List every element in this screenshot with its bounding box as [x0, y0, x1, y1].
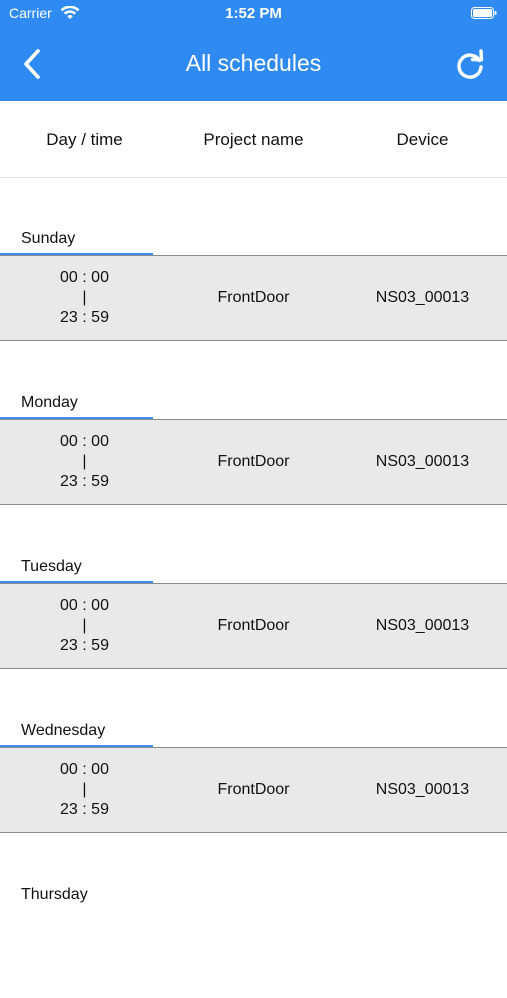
device-name: NS03_00013	[375, 289, 470, 306]
schedule-list: Sunday 00 : 00 | 23 : 59 FrontDoor NS03_…	[0, 178, 507, 998]
start-time: 00 : 00	[60, 433, 109, 450]
end-time: 23 : 59	[60, 801, 109, 818]
time-separator: |	[82, 289, 87, 306]
day-section-tuesday: Tuesday 00 : 00 | 23 : 59 FrontDoor NS03…	[0, 506, 507, 670]
column-device: Device	[396, 130, 449, 149]
time-range: 00 : 00 | 23 : 59	[0, 432, 169, 492]
status-time: 1:52 PM	[225, 5, 282, 22]
project-name: FrontDoor	[217, 453, 290, 470]
column-day-time: Day / time	[46, 130, 123, 149]
end-time: 23 : 59	[60, 309, 109, 326]
day-label: Sunday	[21, 230, 76, 247]
start-time: 00 : 00	[60, 269, 109, 286]
project-name: FrontDoor	[217, 289, 290, 306]
project-name: FrontDoor	[217, 781, 290, 798]
day-section-monday: Monday 00 : 00 | 23 : 59 FrontDoor NS03_…	[0, 342, 507, 506]
device-name: NS03_00013	[375, 781, 470, 798]
time-separator: |	[82, 781, 87, 798]
refresh-icon	[457, 49, 484, 79]
time-range: 00 : 00 | 23 : 59	[0, 268, 169, 328]
schedule-row[interactable]: 00 : 00 | 23 : 59 FrontDoor NS03_00013	[0, 747, 507, 833]
start-time: 00 : 00	[60, 761, 109, 778]
time-range: 00 : 00 | 23 : 59	[0, 760, 169, 820]
start-time: 00 : 00	[60, 597, 109, 614]
battery-icon	[471, 7, 497, 19]
schedule-row[interactable]: 00 : 00 | 23 : 59 FrontDoor NS03_00013	[0, 419, 507, 505]
end-time: 23 : 59	[60, 637, 109, 654]
time-separator: |	[82, 453, 87, 470]
schedule-row[interactable]: 00 : 00 | 23 : 59 FrontDoor NS03_00013	[0, 255, 507, 341]
day-label: Monday	[21, 394, 78, 411]
column-project-name: Project name	[203, 130, 304, 149]
device-name: NS03_00013	[375, 617, 470, 634]
day-section-wednesday: Wednesday 00 : 00 | 23 : 59 FrontDoor NS…	[0, 670, 507, 834]
status-bar: Carrier 1:52 PM	[0, 0, 507, 26]
day-label: Thursday	[21, 886, 88, 903]
day-section-thursday: Thursday	[0, 834, 507, 998]
day-label: Wednesday	[21, 722, 106, 739]
day-label: Tuesday	[21, 558, 82, 575]
day-section-sunday: Sunday 00 : 00 | 23 : 59 FrontDoor NS03_…	[0, 178, 507, 342]
column-header: Day / time Project name Device	[0, 101, 507, 178]
refresh-button[interactable]	[453, 48, 487, 82]
time-separator: |	[82, 617, 87, 634]
project-name: FrontDoor	[217, 617, 290, 634]
navigation-bar: All schedules	[0, 26, 507, 101]
end-time: 23 : 59	[60, 473, 109, 490]
schedule-row[interactable]: 00 : 00 | 23 : 59 FrontDoor NS03_00013	[0, 583, 507, 669]
page-title: All schedules	[185, 50, 322, 76]
device-name: NS03_00013	[375, 453, 470, 470]
time-range: 00 : 00 | 23 : 59	[0, 596, 169, 656]
